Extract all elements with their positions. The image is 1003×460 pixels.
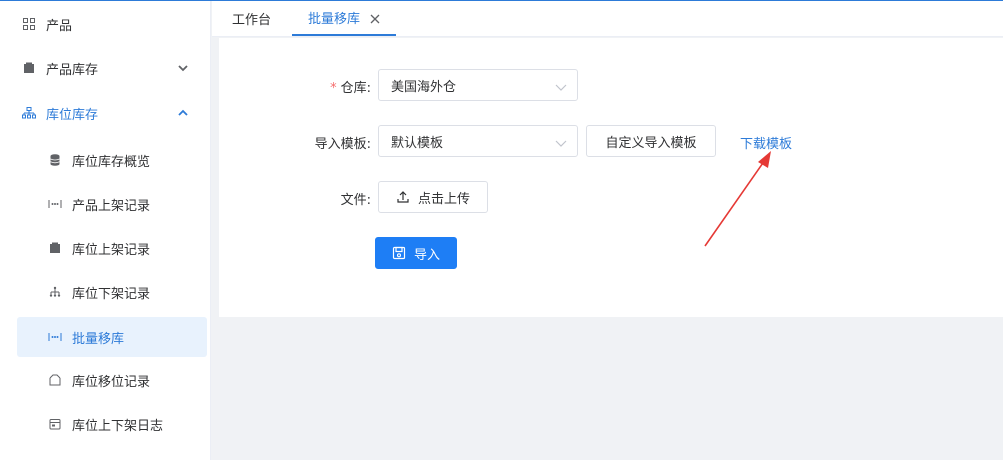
upload-icon [396, 190, 410, 204]
sidebar-subitem-location-shelving-log[interactable]: 库位上下架日志 [0, 404, 210, 444]
sitemap-icon [22, 106, 36, 120]
dots-icon [48, 197, 62, 211]
box-icon [48, 241, 62, 255]
warehouse-select[interactable]: 美国海外仓 [378, 69, 578, 101]
database-icon [48, 153, 62, 167]
tab-workbench[interactable]: 工作台 [232, 1, 271, 36]
sidebar-item-product-inventory[interactable]: 产品库存 [0, 48, 210, 88]
required-mark: * [330, 81, 337, 96]
download-template-link[interactable]: 下载模板 [740, 133, 792, 152]
sidebar-item-label: 产品库存 [46, 62, 99, 78]
sidebar-item-label: 库位上架记录 [72, 242, 151, 258]
grid-icon [22, 17, 36, 31]
save-icon [392, 246, 406, 260]
sidebar-item-label: 批量移库 [72, 331, 125, 347]
custom-template-button[interactable]: 自定义导入模板 [586, 125, 716, 157]
tab-label: 工作台 [232, 13, 272, 28]
import-button[interactable]: 导入 [375, 237, 457, 269]
sidebar-item-label: 产品 [46, 18, 73, 34]
tab-batch-transfer[interactable]: 批量移库 [292, 1, 396, 36]
sidebar-item-location-inventory[interactable]: 库位库存 [0, 93, 210, 133]
template-select-value: 默认模板 [391, 135, 444, 151]
sidebar-subitem-location-shelving-records[interactable]: 库位上架记录 [0, 228, 210, 268]
sidebar-item-products[interactable]: 产品 [0, 4, 210, 44]
template-select[interactable]: 默认模板 [378, 125, 578, 157]
warehouse-select-value: 美国海外仓 [391, 79, 457, 95]
sidebar-subitem-location-overview[interactable]: 库位库存概览 [0, 140, 210, 180]
calendar-icon [48, 417, 62, 431]
sidebar-subitem-batch-transfer[interactable]: 批量移库 [17, 317, 207, 357]
close-icon[interactable] [370, 13, 380, 23]
sidebar-item-label: 库位库存 [46, 107, 99, 123]
sidebar-item-label: 库位移位记录 [72, 374, 151, 390]
sidebar-subitem-location-move-records[interactable]: 库位移位记录 [0, 360, 210, 400]
chevron-down-icon [555, 81, 567, 91]
upload-button-label: 点击上传 [417, 191, 470, 207]
tab-label: 批量移库 [307, 12, 360, 27]
import-form-panel: * 仓库: 美国海外仓 导入模板: 默认模板 自定义导入模板 下载模板 文件: 点… [219, 38, 1003, 317]
tab-bar: 工作台 批量移库 [212, 1, 1003, 37]
file-label: 文件: [340, 193, 371, 208]
chevron-down-icon [176, 61, 190, 75]
tree-icon [48, 285, 62, 299]
sidebar-item-label: 库位库存概览 [72, 154, 151, 170]
import-button-label: 导入 [413, 247, 440, 263]
chevron-up-icon [176, 106, 190, 120]
template-label: 导入模板: [314, 137, 371, 152]
warehouse-label: * 仓库: [330, 81, 371, 96]
sidebar: 产品 产品库存 库位库存 库位库存概览 产品上架记录 库位上架记录 库位下架记录… [0, 1, 211, 460]
upload-button[interactable]: 点击上传 [378, 181, 488, 213]
dots-icon [48, 330, 62, 344]
sidebar-subitem-location-unshelving-records[interactable]: 库位下架记录 [0, 272, 210, 312]
sidebar-item-label: 产品上架记录 [72, 198, 151, 214]
sidebar-item-label: 库位下架记录 [72, 286, 151, 302]
box-icon [22, 61, 36, 75]
sidebar-subitem-product-shelving-records[interactable]: 产品上架记录 [0, 184, 210, 224]
sidebar-item-label: 库位上下架日志 [72, 418, 164, 434]
chevron-down-icon [555, 137, 567, 147]
shelf-icon [48, 373, 62, 387]
